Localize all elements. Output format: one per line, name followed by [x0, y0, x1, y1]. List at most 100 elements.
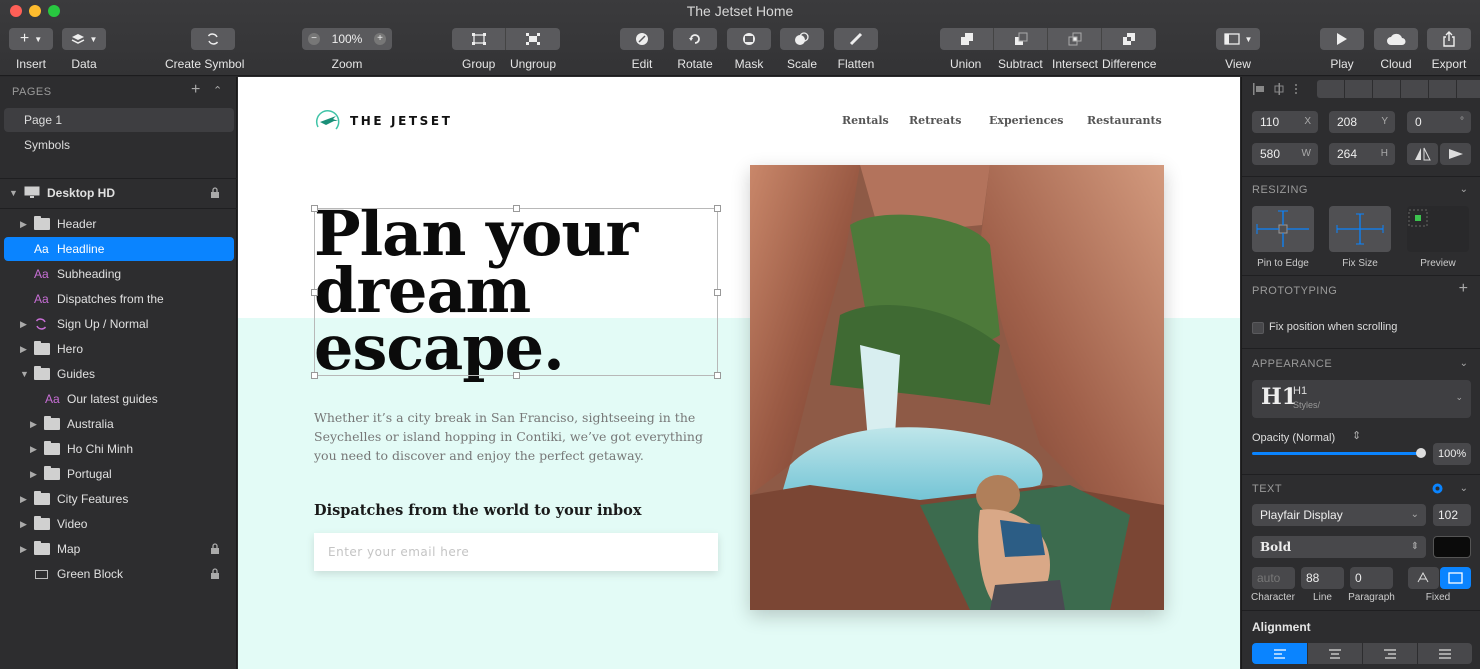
disclosure-closed-icon[interactable]: ▶	[30, 413, 37, 435]
play-tool[interactable]: Play	[1320, 28, 1364, 71]
font-weight-select[interactable]: Bold ⇕	[1252, 536, 1426, 558]
rotate-button[interactable]	[673, 28, 717, 50]
text-align-left-button[interactable]	[1252, 643, 1307, 664]
resize-handle-top-right[interactable]	[714, 205, 721, 212]
insert-tool[interactable]: + ▼ Insert	[9, 28, 53, 71]
align-bottom-button[interactable]	[1373, 80, 1400, 98]
page-item-symbols[interactable]: Symbols	[4, 133, 234, 157]
intersect-button[interactable]	[1048, 28, 1102, 50]
disclosure-open-icon[interactable]: ▼	[9, 182, 18, 204]
align-center-icon[interactable]	[1272, 82, 1286, 96]
character-spacing-field[interactable]: auto	[1252, 567, 1295, 589]
gear-icon[interactable]	[1431, 482, 1444, 495]
resize-handle-bottom-left[interactable]	[311, 372, 318, 379]
layer-our-latest-guides[interactable]: Aa Our latest guides	[4, 388, 234, 410]
layer-video[interactable]: ▶ Video	[4, 513, 234, 535]
data-button[interactable]: ▼	[62, 28, 106, 50]
zoom-control[interactable]: − 100% +	[302, 28, 392, 50]
union-button[interactable]	[940, 28, 994, 50]
opacity-slider-track[interactable]	[1252, 452, 1422, 455]
lock-icon[interactable]	[210, 187, 220, 198]
page-item-page-1[interactable]: Page 1	[4, 108, 234, 132]
cloud-button[interactable]	[1374, 28, 1418, 50]
disclosure-closed-icon[interactable]: ▶	[20, 313, 27, 335]
opacity-field[interactable]: 100%	[1433, 443, 1471, 465]
collapse-pages-icon[interactable]: ⌃	[213, 84, 222, 97]
resize-handle-left[interactable]	[311, 289, 318, 296]
blend-mode-stepper-icon[interactable]: ⇕	[1352, 429, 1361, 442]
disclosure-closed-icon[interactable]: ▶	[20, 213, 27, 235]
disclosure-closed-icon[interactable]: ▶	[20, 488, 27, 510]
view-tool[interactable]: ▼ View	[1216, 28, 1260, 71]
resize-handle-top[interactable]	[513, 205, 520, 212]
y-field[interactable]: 208 Y	[1329, 111, 1395, 133]
disclosure-closed-icon[interactable]: ▶	[30, 463, 37, 485]
disclosure-closed-icon[interactable]: ▶	[20, 338, 27, 360]
flip-horizontal-button[interactable]	[1407, 143, 1438, 165]
lock-icon[interactable]	[210, 543, 220, 554]
scale-button[interactable]	[780, 28, 824, 50]
export-tool[interactable]: Export	[1427, 28, 1471, 71]
nav-experiences[interactable]: Experiences	[989, 114, 1064, 127]
width-field[interactable]: 580 W	[1252, 143, 1318, 165]
zoom-tool[interactable]: − 100% + Zoom	[302, 28, 392, 71]
text-style-selector[interactable]: H1 H1 Styles/ ⌄	[1252, 380, 1471, 418]
cloud-tool[interactable]: Cloud	[1374, 28, 1418, 71]
resize-handle-bottom-right[interactable]	[714, 372, 721, 379]
site-logo[interactable]: THE JETSET	[314, 109, 452, 133]
add-page-icon[interactable]: +	[191, 81, 200, 99]
paragraph-spacing-field[interactable]: 0	[1350, 567, 1393, 589]
insert-button[interactable]: + ▼	[9, 28, 53, 50]
font-family-select[interactable]: Playfair Display ⌄	[1252, 504, 1426, 526]
chevron-down-icon[interactable]: ⌄	[1460, 358, 1468, 369]
layer-headline-selected[interactable]: Aa Headline	[4, 237, 234, 261]
layer-guides[interactable]: ▼ Guides	[4, 363, 234, 385]
font-size-field[interactable]: 102	[1433, 504, 1471, 526]
edit-button[interactable]	[620, 28, 664, 50]
subtract-button[interactable]	[994, 28, 1048, 50]
rotate-tool[interactable]: Rotate	[673, 28, 717, 71]
subheading[interactable]: Whether it’s a city break in San Francis…	[314, 408, 714, 465]
chevron-down-icon[interactable]: ⌄	[1460, 184, 1468, 195]
mask-button[interactable]	[727, 28, 771, 50]
edit-tool[interactable]: Edit	[620, 28, 664, 71]
height-field[interactable]: 264 H	[1329, 143, 1395, 165]
data-tool[interactable]: ▼ Data	[62, 28, 106, 71]
layer-hero[interactable]: ▶ Hero	[4, 338, 234, 360]
layer-sign-up-normal[interactable]: ▶ Sign Up / Normal	[4, 313, 234, 335]
artboard-desktop-hd[interactable]: ▼ Desktop HD	[4, 182, 234, 204]
align-middle-button[interactable]	[1345, 80, 1372, 98]
auto-width-button[interactable]	[1408, 567, 1439, 589]
disclosure-open-icon[interactable]: ▼	[20, 363, 29, 385]
group-button[interactable]	[452, 28, 506, 50]
pin-to-edge-preset[interactable]	[1252, 206, 1314, 252]
line-height-field[interactable]: 88	[1301, 567, 1344, 589]
zoom-in-button[interactable]: +	[373, 33, 386, 45]
layer-map[interactable]: ▶ Map	[4, 538, 234, 560]
email-input[interactable]	[314, 533, 718, 571]
disclosure-closed-icon[interactable]: ▶	[20, 513, 27, 535]
resize-handle-top-left[interactable]	[311, 205, 318, 212]
resize-handle-right[interactable]	[714, 289, 721, 296]
layer-australia[interactable]: ▶ Australia	[4, 413, 234, 435]
scale-tool[interactable]: Scale	[780, 28, 824, 71]
fixed-width-button[interactable]	[1440, 567, 1471, 589]
disclosure-closed-icon[interactable]: ▶	[20, 538, 27, 560]
nav-rentals[interactable]: Rentals	[842, 114, 889, 127]
align-top-button[interactable]	[1317, 80, 1344, 98]
add-prototype-icon[interactable]: +	[1459, 280, 1468, 298]
export-button[interactable]	[1427, 28, 1471, 50]
create-symbol-button[interactable]	[190, 28, 235, 50]
hero-image[interactable]	[750, 165, 1164, 610]
zoom-out-button[interactable]: −	[308, 33, 320, 45]
disclosure-closed-icon[interactable]: ▶	[30, 438, 37, 460]
dispatches-heading[interactable]: Dispatches from the world to your inbox	[314, 502, 641, 519]
design-canvas[interactable]: THE JETSET Rentals Retreats Experiences …	[238, 77, 1240, 669]
fix-size-preset[interactable]	[1329, 206, 1391, 252]
distribute-icon[interactable]	[1292, 82, 1300, 96]
create-symbol-tool[interactable]: Create Symbol	[165, 28, 244, 71]
text-align-right-button[interactable]	[1363, 643, 1417, 664]
resize-handle-bottom[interactable]	[513, 372, 520, 379]
play-button[interactable]	[1320, 28, 1364, 50]
opacity-slider-knob[interactable]	[1416, 448, 1426, 458]
